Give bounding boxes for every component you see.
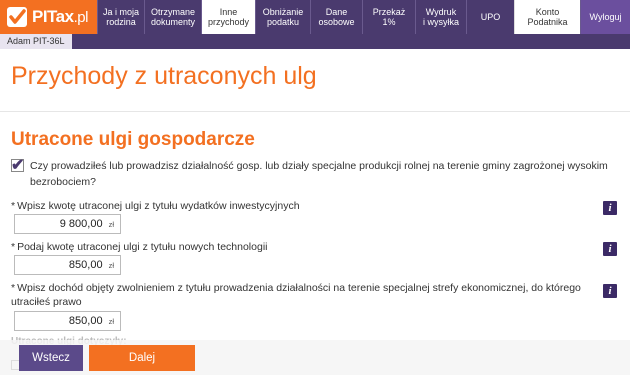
divider bbox=[0, 111, 630, 112]
field-specjalna-strefa: * Wpisz dochód objęty zwolnieniem z tytuł… bbox=[11, 281, 596, 309]
zagrozona-gmina-checkbox[interactable]: ✔ bbox=[11, 157, 24, 174]
field-label: * Podaj kwotę utraconej ulgi z tytułu now… bbox=[11, 240, 611, 254]
input-value: 850,00 bbox=[68, 259, 103, 271]
info-icon[interactable]: i bbox=[603, 242, 617, 256]
required-star: * bbox=[11, 200, 16, 212]
back-button[interactable]: Wstecz bbox=[19, 345, 83, 371]
zagrozona-gmina-checkbox-row: ✔ Czy prowadziłeś lub prowadzisz działal… bbox=[11, 157, 621, 190]
nav-ja-i-moja-rodzina[interactable]: Ja i moja rodzina bbox=[97, 0, 144, 34]
checkmark-icon: ✔ bbox=[11, 157, 25, 174]
logout-button[interactable]: Wyloguj bbox=[580, 0, 630, 34]
logo-text: PITax bbox=[32, 7, 74, 26]
nav-upo[interactable]: UPO bbox=[466, 0, 514, 34]
input-value: 9 800,00 bbox=[59, 218, 103, 230]
checkbox-label: Czy prowadziłeś lub prowadzisz działalno… bbox=[30, 160, 608, 188]
field-label: * Wpisz dochód objęty zwolnieniem z tytuł… bbox=[11, 281, 596, 309]
nav-przekaz-1-procent[interactable]: Przekaż 1% bbox=[362, 0, 415, 34]
currency-unit: zł bbox=[108, 316, 114, 326]
page-title: Przychody z utraconych ulg bbox=[11, 62, 317, 90]
info-icon[interactable]: i bbox=[603, 284, 617, 298]
nav-inne-przychody[interactable]: Inne przychody bbox=[201, 0, 255, 34]
main-nav: Ja i moja rodzina Otrzymane dokumenty In… bbox=[97, 0, 630, 34]
wydatki-inwestycyjne-input[interactable]: 9 800,00 zł bbox=[14, 214, 121, 234]
field-label-text: Wpisz kwotę utraconej ulgi z tytułu wyda… bbox=[17, 200, 300, 212]
required-star: * bbox=[11, 282, 16, 294]
user-tab[interactable]: Adam PIT-36L bbox=[0, 34, 72, 49]
pitax-logo[interactable]: PITax .pl bbox=[0, 0, 97, 34]
field-label: * Wpisz kwotę utraconej ulgi z tytułu wyd… bbox=[11, 199, 611, 213]
input-value: 850,00 bbox=[68, 315, 103, 327]
nav-obnizanie-podatku[interactable]: Obniżanie podatku bbox=[255, 0, 310, 34]
logo-suffix: .pl bbox=[73, 8, 89, 26]
nav-wydruk-i-wysylka[interactable]: Wydruk i wysyłka bbox=[415, 0, 466, 34]
info-icon[interactable]: i bbox=[603, 201, 617, 215]
checkmark-logo-icon bbox=[7, 7, 27, 27]
required-star: * bbox=[11, 241, 16, 253]
field-nowe-technologie: * Podaj kwotę utraconej ulgi z tytułu now… bbox=[11, 240, 611, 254]
section-title: Utracone ulgi gospodarcze bbox=[11, 129, 255, 150]
nav-dane-osobowe[interactable]: Dane osobowe bbox=[310, 0, 362, 34]
field-label-text: Podaj kwotę utraconej ulgi z tytułu nowy… bbox=[17, 241, 268, 253]
field-wydatki-inwestycyjne: * Wpisz kwotę utraconej ulgi z tytułu wyd… bbox=[11, 199, 611, 213]
nowe-technologie-input[interactable]: 850,00 zł bbox=[14, 255, 121, 275]
next-button[interactable]: Dalej bbox=[89, 345, 195, 371]
currency-unit: zł bbox=[108, 219, 114, 229]
specjalna-strefa-input[interactable]: 850,00 zł bbox=[14, 311, 121, 331]
nav-konto-podatnika[interactable]: Konto Podatnika bbox=[514, 0, 580, 34]
field-label-text: Wpisz dochód objęty zwolnieniem z tytułu… bbox=[11, 282, 581, 308]
nav-otrzymane-dokumenty[interactable]: Otrzymane dokumenty bbox=[144, 0, 201, 34]
user-bar: Adam PIT-36L bbox=[0, 34, 630, 49]
top-navigation-bar: PITax .pl Ja i moja rodzina Otrzymane dok… bbox=[0, 0, 630, 34]
currency-unit: zł bbox=[108, 260, 114, 270]
